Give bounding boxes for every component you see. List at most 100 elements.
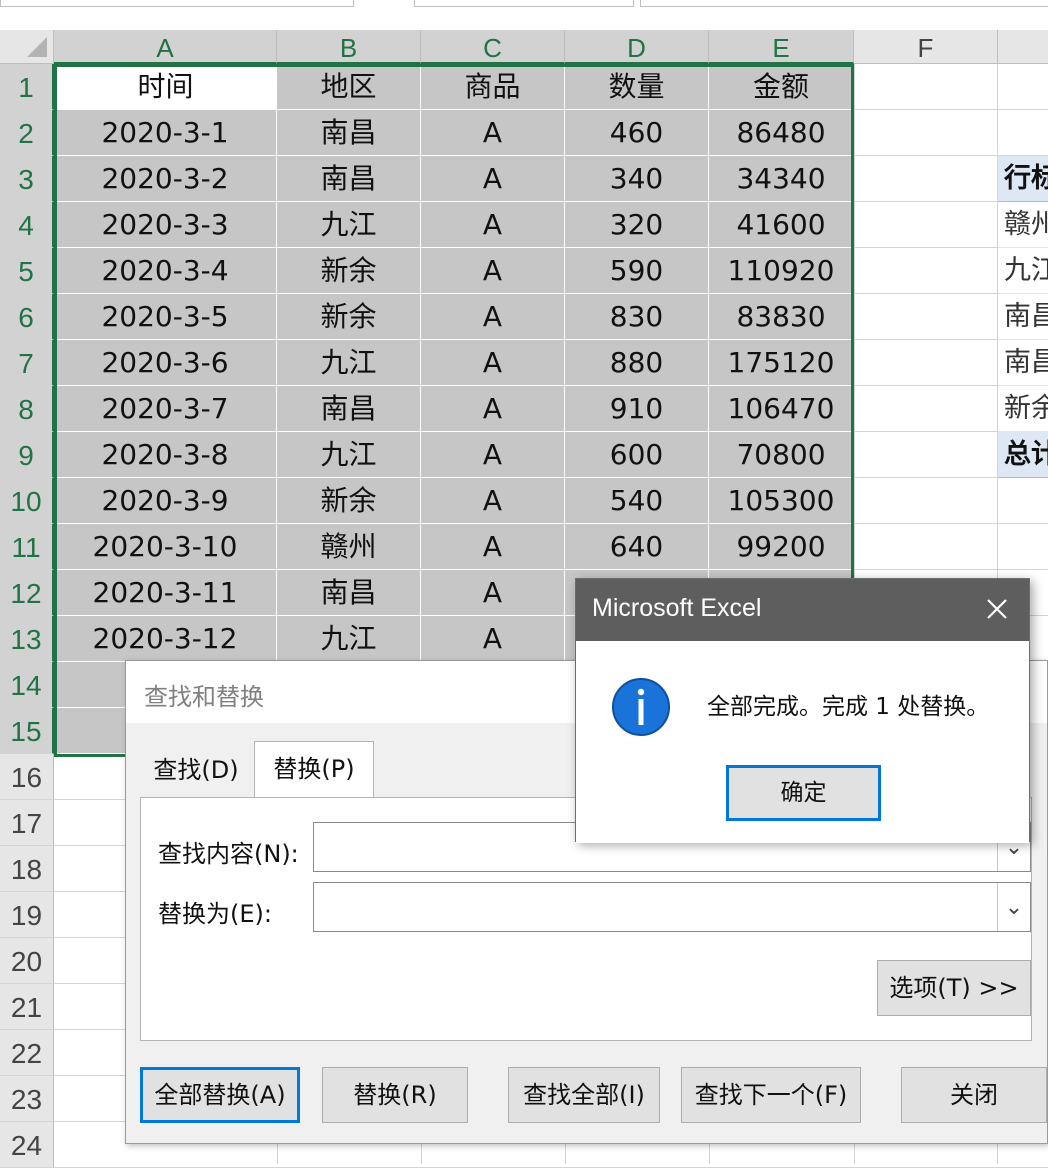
table-cell[interactable]: A	[421, 386, 565, 432]
formula-buttons[interactable]	[414, 0, 634, 7]
table-cell[interactable]: 2020-3-1	[54, 110, 277, 156]
row-header-15[interactable]: 15	[0, 708, 54, 754]
table-cell[interactable]: 2020-3-10	[54, 524, 277, 570]
row-header-7[interactable]: 7	[0, 340, 54, 386]
table-cell[interactable]: A	[421, 294, 565, 340]
row-header-20[interactable]: 20	[0, 938, 54, 984]
table-cell[interactable]: 86480	[709, 110, 854, 156]
table-cell[interactable]: 南昌	[277, 386, 421, 432]
row-header-3[interactable]: 3	[0, 156, 54, 202]
row-header-9[interactable]: 9	[0, 432, 54, 478]
table-cell[interactable]: 2020-3-11	[54, 570, 277, 616]
ok-button[interactable]: 确定	[726, 765, 881, 821]
pivot-header[interactable]: 行标	[998, 156, 1048, 202]
table-cell[interactable]: 2020-3-2	[54, 156, 277, 202]
replace-all-button[interactable]: 全部替换(A)	[140, 1067, 300, 1123]
close-button[interactable]: 关闭	[901, 1067, 1047, 1123]
table-cell[interactable]: 880	[565, 340, 709, 386]
table-cell[interactable]: 83830	[709, 294, 854, 340]
row-header-16[interactable]: 16	[0, 754, 54, 800]
table-cell[interactable]: 2020-3-6	[54, 340, 277, 386]
close-icon[interactable]	[979, 591, 1015, 627]
row-header-24[interactable]: 24	[0, 1122, 54, 1168]
table-cell[interactable]: 105300	[709, 478, 854, 524]
table-cell[interactable]: 南昌	[277, 156, 421, 202]
header-cell[interactable]: 数量	[565, 64, 709, 110]
table-cell[interactable]: A	[421, 202, 565, 248]
row-header-12[interactable]: 12	[0, 570, 54, 616]
table-cell[interactable]: 175120	[709, 340, 854, 386]
column-header-d[interactable]: D	[565, 30, 709, 64]
formula-input[interactable]	[640, 0, 1048, 7]
select-all-button[interactable]	[0, 30, 54, 64]
pivot-row-label[interactable]: 南昌	[998, 340, 1048, 386]
pivot-row-label[interactable]: 南昌	[998, 294, 1048, 340]
table-cell[interactable]: A	[421, 248, 565, 294]
table-cell[interactable]: 南昌	[277, 110, 421, 156]
table-cell[interactable]: A	[421, 524, 565, 570]
table-cell[interactable]: 41600	[709, 202, 854, 248]
table-cell[interactable]: 830	[565, 294, 709, 340]
table-cell[interactable]: 340	[565, 156, 709, 202]
table-cell[interactable]: 南昌	[277, 570, 421, 616]
name-box[interactable]	[0, 0, 354, 7]
replace-button[interactable]: 替换(R)	[322, 1067, 468, 1123]
table-cell[interactable]: 70800	[709, 432, 854, 478]
column-header-g[interactable]	[998, 30, 1048, 64]
table-cell[interactable]: A	[421, 478, 565, 524]
table-cell[interactable]: 590	[565, 248, 709, 294]
row-header-17[interactable]: 17	[0, 800, 54, 846]
table-cell[interactable]: 34340	[709, 156, 854, 202]
replace-with-dropdown[interactable]: ⌄	[997, 883, 1030, 931]
row-header-4[interactable]: 4	[0, 202, 54, 248]
tab-replace[interactable]: 替换(P)	[254, 741, 374, 798]
column-header-a[interactable]: A	[54, 30, 277, 64]
table-cell[interactable]: 99200	[709, 524, 854, 570]
table-cell[interactable]: A	[421, 340, 565, 386]
row-header-10[interactable]: 10	[0, 478, 54, 524]
options-button[interactable]: 选项(T) >>	[877, 960, 1031, 1016]
table-cell[interactable]: 2020-3-7	[54, 386, 277, 432]
row-header-5[interactable]: 5	[0, 248, 54, 294]
replace-with-input[interactable]	[314, 883, 998, 931]
table-cell[interactable]: 赣州	[277, 524, 421, 570]
table-cell[interactable]: 2020-3-12	[54, 616, 277, 662]
header-cell[interactable]: 金额	[709, 64, 854, 110]
message-box-titlebar[interactable]: Microsoft Excel	[576, 579, 1029, 641]
row-header-23[interactable]: 23	[0, 1076, 54, 1122]
column-header-e[interactable]: E	[709, 30, 854, 64]
table-cell[interactable]: 2020-3-8	[54, 432, 277, 478]
row-header-11[interactable]: 11	[0, 524, 54, 570]
tab-find[interactable]: 查找(D)	[140, 743, 252, 797]
table-cell[interactable]: A	[421, 432, 565, 478]
column-header-f[interactable]: F	[854, 30, 998, 64]
pivot-row-label[interactable]: 九江	[998, 248, 1048, 294]
row-header-18[interactable]: 18	[0, 846, 54, 892]
row-header-22[interactable]: 22	[0, 1030, 54, 1076]
table-cell[interactable]: 2020-3-9	[54, 478, 277, 524]
table-cell[interactable]: 110920	[709, 248, 854, 294]
table-cell[interactable]: A	[421, 156, 565, 202]
column-header-c[interactable]: C	[421, 30, 565, 64]
table-cell[interactable]: 320	[565, 202, 709, 248]
row-header-1[interactable]: 1	[0, 64, 54, 110]
table-cell[interactable]: 540	[565, 478, 709, 524]
header-cell[interactable]: 时间	[54, 64, 277, 110]
header-cell[interactable]: 商品	[421, 64, 565, 110]
table-cell[interactable]: 九江	[277, 202, 421, 248]
table-cell[interactable]: 2020-3-4	[54, 248, 277, 294]
table-cell[interactable]: 910	[565, 386, 709, 432]
table-cell[interactable]: 新余	[277, 294, 421, 340]
row-header-6[interactable]: 6	[0, 294, 54, 340]
row-header-14[interactable]: 14	[0, 662, 54, 708]
table-cell[interactable]: 九江	[277, 616, 421, 662]
table-cell[interactable]: 九江	[277, 432, 421, 478]
find-next-button[interactable]: 查找下一个(F)	[681, 1067, 861, 1123]
table-cell[interactable]: 2020-3-5	[54, 294, 277, 340]
table-cell[interactable]: 2020-3-3	[54, 202, 277, 248]
pivot-total[interactable]: 总计	[998, 432, 1048, 478]
row-header-21[interactable]: 21	[0, 984, 54, 1030]
table-cell[interactable]: 460	[565, 110, 709, 156]
row-header-13[interactable]: 13	[0, 616, 54, 662]
table-cell[interactable]: 九江	[277, 340, 421, 386]
